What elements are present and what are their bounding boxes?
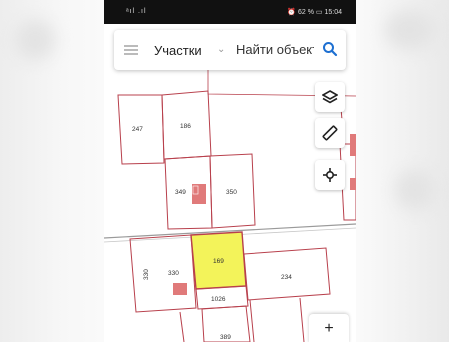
plot-label-234: 234 [281,274,292,281]
plot-330[interactable] [129,234,197,313]
plot-label-247: 247 [132,126,143,133]
clock: 15:04 [324,9,342,16]
plot-boundary [299,297,305,342]
plot-label-186: 186 [180,123,191,130]
zoom-in-button[interactable]: + [309,314,349,342]
blur-blob [385,10,435,50]
blur-blob [395,170,435,210]
building [173,283,187,295]
layers-button[interactable] [315,82,345,112]
blur-blob [15,20,55,60]
battery-icon: ▭ [315,9,323,16]
plot-boundary [179,311,185,342]
ruler-button[interactable] [315,118,345,148]
plot-label-349: 349 [175,189,186,196]
locate-button[interactable] [315,160,345,190]
building [350,178,356,190]
blurred-background-right [356,0,449,342]
plot-label-350: 350 [226,189,237,196]
plot-label-330-side: 330 [143,269,150,280]
ruler-icon [322,125,338,141]
signal-indicator: ᵃıl .ıl [126,8,147,15]
plot-boundary [249,299,255,342]
plot-label-1026: 1026 [211,296,226,303]
building [350,134,356,156]
chevron-down-icon[interactable]: ⌄ [217,44,225,55]
plot-label-389: 389 [220,334,231,341]
battery-percent: 62 % [297,9,314,16]
locate-icon [323,168,337,182]
status-right: ⏰ 62 % ▭ 15:04 [287,8,342,16]
plot-label-330: 330 [168,270,179,277]
phone-screen: ᵃıl .ıl ⏰ 62 % ▭ 15:04 247 186 349 350 3… [104,0,356,342]
search-input[interactable]: Найти объект [236,42,314,57]
layers-icon [322,90,338,104]
plot-label-169: 169 [213,258,224,265]
search-icon[interactable] [322,41,338,57]
menu-icon[interactable] [124,45,138,55]
blurred-background-left [0,0,104,342]
alarm-icon: ⏰ [287,9,297,16]
search-bar[interactable]: Участки ⌄ Найти объект [114,30,346,70]
status-bar: ᵃıl .ıl ⏰ 62 % ▭ 15:04 [104,0,356,24]
layer-selector[interactable]: Участки [154,43,202,58]
